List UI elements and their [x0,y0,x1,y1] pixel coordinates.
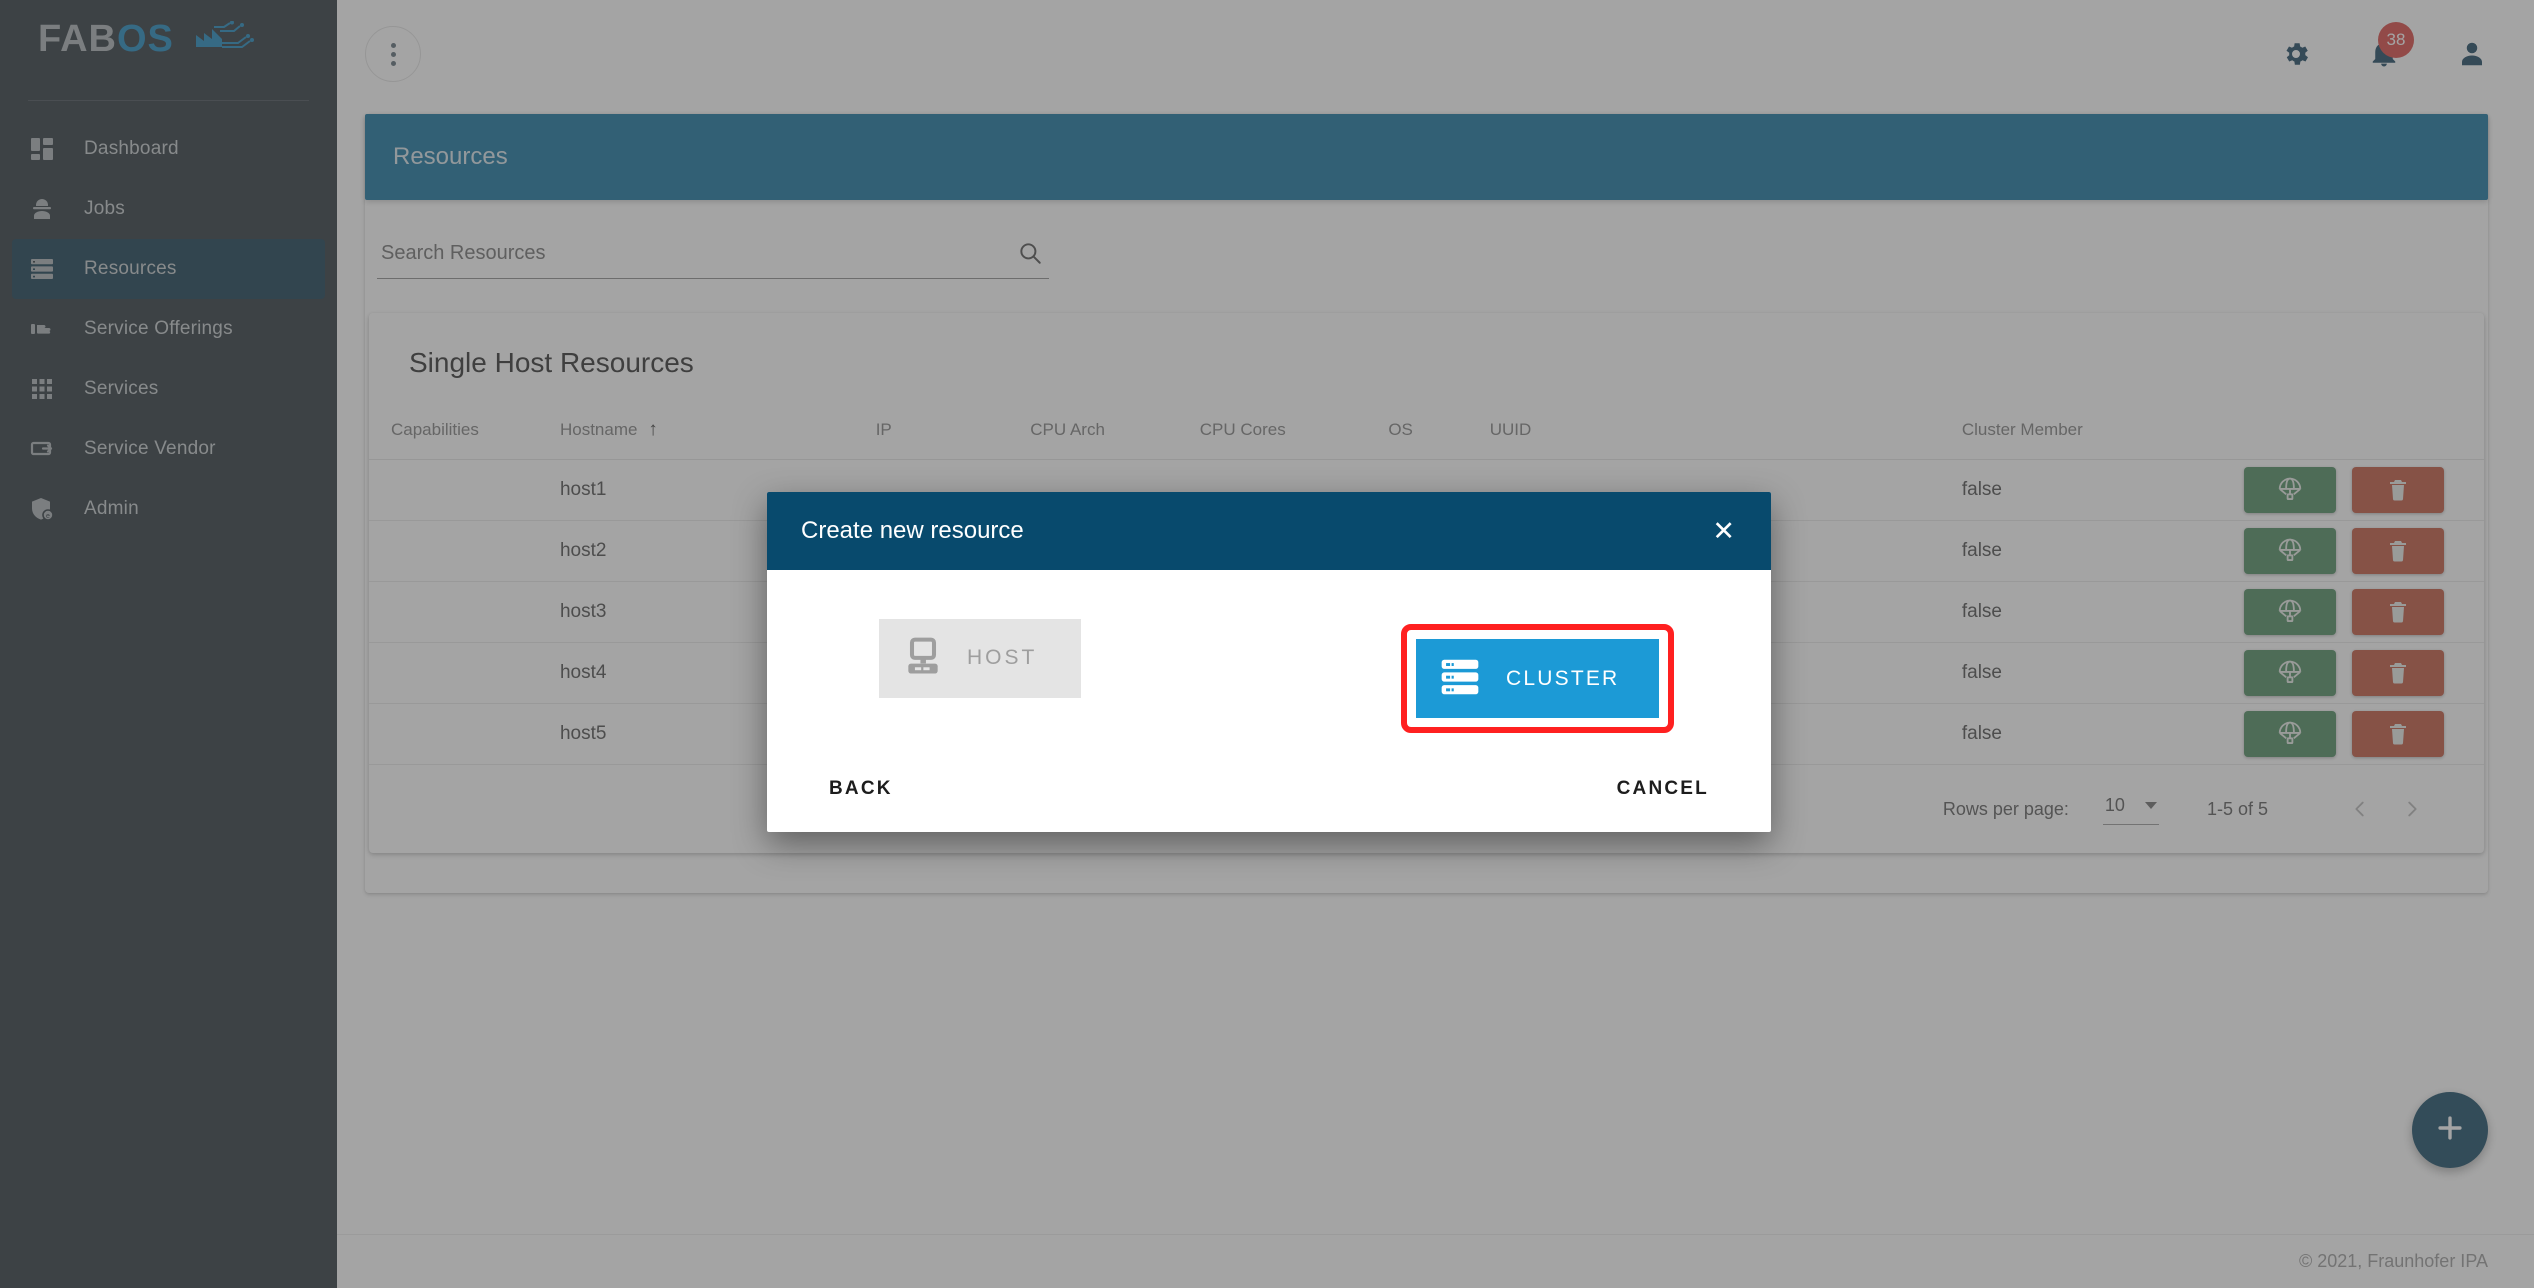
dialog-footer: BACK CANCEL [767,746,1771,832]
host-option-label: HOST [967,646,1038,669]
cancel-button[interactable]: CANCEL [1603,768,1723,810]
cluster-option-button[interactable]: CLUSTER [1416,639,1660,718]
app-root: FABOS [0,0,2534,1288]
dialog-body: HOST CLUSTER [767,570,1771,746]
computer-icon [901,635,945,682]
cluster-option-label: CLUSTER [1506,666,1620,690]
server-stack-icon [1438,655,1482,702]
back-button[interactable]: BACK [815,768,907,810]
cluster-option-highlight: CLUSTER [1401,624,1675,733]
host-option-button[interactable]: HOST [879,618,1082,698]
dialog-header: Create new resource ✕ [767,492,1771,570]
close-icon[interactable]: ✕ [1712,517,1735,545]
dialog-title: Create new resource [801,517,1024,544]
create-new-resource-dialog: Create new resource ✕ HOST CLUSTER BACK … [767,492,1771,832]
